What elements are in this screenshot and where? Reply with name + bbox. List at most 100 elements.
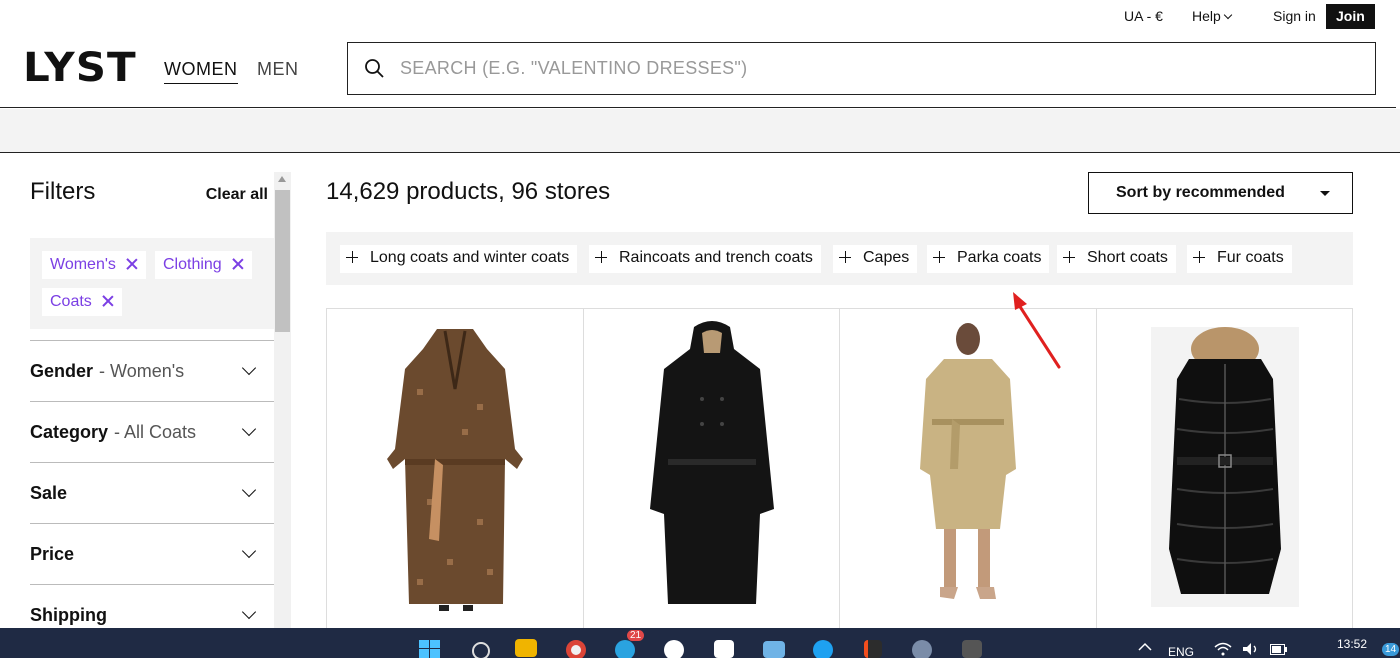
filters-sidebar: Filters Clear all Women's Clothing Coats… bbox=[30, 171, 274, 631]
chevron-down-icon bbox=[241, 604, 257, 620]
facet-category[interactable]: Category - All Coats bbox=[30, 401, 274, 462]
active-filter-label: Women's bbox=[50, 256, 116, 273]
page: UA - € Help Sign in Join LYST WOMEN MEN … bbox=[0, 0, 1400, 658]
lyst-logo[interactable]: LYST bbox=[23, 48, 137, 88]
scroll-thumb[interactable] bbox=[275, 190, 290, 332]
chevron-down-icon bbox=[241, 360, 257, 376]
search-icon[interactable] bbox=[470, 640, 492, 658]
bird-app-icon[interactable] bbox=[763, 641, 785, 658]
clock-time[interactable]: 13:52 bbox=[1337, 637, 1367, 651]
help-label: Help bbox=[1192, 8, 1221, 24]
join-button[interactable]: Join bbox=[1326, 4, 1375, 29]
active-filters: Women's Clothing Coats bbox=[30, 238, 274, 329]
category-label: Long coats and winter coats bbox=[370, 249, 570, 266]
facet-price[interactable]: Price bbox=[30, 523, 274, 584]
plus-icon bbox=[1193, 251, 1205, 263]
active-filter-chip[interactable]: Coats bbox=[42, 288, 122, 316]
facet-title: Gender bbox=[30, 361, 94, 381]
region-selector[interactable]: UA - € bbox=[1124, 8, 1163, 24]
battery-icon[interactable] bbox=[1270, 644, 1288, 655]
sidebar-scrollbar[interactable] bbox=[274, 172, 291, 632]
close-icon[interactable] bbox=[102, 295, 114, 307]
chevron-down-icon bbox=[241, 421, 257, 437]
nav-women[interactable]: WOMEN bbox=[164, 59, 238, 84]
category-chip[interactable]: Fur coats bbox=[1187, 245, 1292, 273]
plus-icon bbox=[1063, 251, 1075, 263]
facet-value: - All Coats bbox=[114, 422, 197, 442]
chevron-down-icon bbox=[241, 543, 257, 559]
filters-title: Filters bbox=[30, 178, 96, 205]
notion-icon[interactable] bbox=[714, 640, 734, 658]
utility-bar: UA - € Help Sign in Join bbox=[0, 0, 1400, 34]
category-chip[interactable]: Parka coats bbox=[927, 245, 1050, 273]
chevron-down-icon bbox=[241, 482, 257, 498]
category-label: Short coats bbox=[1087, 249, 1168, 266]
settings-gear-icon[interactable] bbox=[912, 640, 932, 658]
product-card[interactable] bbox=[326, 309, 583, 639]
caret-down-icon bbox=[1320, 191, 1330, 196]
sign-in-link[interactable]: Sign in bbox=[1273, 8, 1316, 24]
facet-title: Category bbox=[30, 422, 109, 442]
search-bar[interactable] bbox=[347, 42, 1376, 95]
telegram-icon[interactable] bbox=[615, 640, 635, 658]
notification-badge[interactable]: 14 bbox=[1382, 643, 1400, 656]
active-filter-chip[interactable]: Women's bbox=[42, 251, 146, 279]
product-image[interactable] bbox=[584, 309, 840, 629]
sort-dropdown[interactable]: Sort by recommended bbox=[1088, 172, 1353, 214]
site-header: LYST WOMEN MEN bbox=[0, 34, 1396, 108]
close-icon[interactable] bbox=[232, 258, 244, 270]
annotation-arrow-icon bbox=[1013, 292, 1061, 369]
telegram-badge: 21 bbox=[627, 630, 645, 641]
chevron-down-icon bbox=[1223, 10, 1233, 20]
figma-icon[interactable] bbox=[864, 640, 882, 658]
facet-title: Shipping bbox=[30, 605, 107, 625]
chrome-icon[interactable] bbox=[566, 640, 586, 658]
help-menu[interactable]: Help bbox=[1192, 8, 1233, 24]
taskbar: 21 ENG 13:52 14 bbox=[0, 628, 1400, 658]
category-chip[interactable]: Raincoats and trench coats bbox=[589, 245, 821, 273]
plus-icon bbox=[933, 251, 945, 263]
active-filter-label: Coats bbox=[50, 293, 92, 310]
scroll-up-icon[interactable] bbox=[278, 176, 286, 182]
facet-title: Sale bbox=[30, 483, 68, 503]
app-icon[interactable] bbox=[962, 640, 982, 658]
file-explorer-icon[interactable] bbox=[515, 639, 537, 657]
volume-icon[interactable] bbox=[1242, 642, 1260, 656]
product-image[interactable] bbox=[1097, 309, 1353, 629]
category-label: Raincoats and trench coats bbox=[619, 249, 813, 266]
product-card[interactable] bbox=[1096, 309, 1353, 639]
active-filter-label: Clothing bbox=[163, 256, 222, 273]
search-input[interactable] bbox=[400, 55, 1300, 81]
nav-men[interactable]: MEN bbox=[257, 59, 299, 80]
category-chip[interactable]: Capes bbox=[833, 245, 918, 273]
language-indicator[interactable]: ENG bbox=[1168, 645, 1194, 658]
facet-gender[interactable]: Gender - Women's bbox=[30, 340, 274, 401]
plus-icon bbox=[346, 251, 358, 263]
category-chip[interactable]: Long coats and winter coats bbox=[340, 245, 578, 273]
search-icon[interactable] bbox=[364, 58, 384, 78]
category-label: Capes bbox=[863, 249, 910, 266]
facet-sale[interactable]: Sale bbox=[30, 462, 274, 523]
category-label: Fur coats bbox=[1217, 249, 1284, 266]
wifi-icon[interactable] bbox=[1214, 642, 1232, 656]
category-label: Parka coats bbox=[957, 249, 1042, 266]
active-filter-chip[interactable]: Clothing bbox=[155, 251, 252, 279]
results-count: 14,629 products, 96 stores bbox=[326, 178, 611, 205]
sort-label: Sort by recommended bbox=[1116, 184, 1285, 201]
facet-title: Price bbox=[30, 544, 75, 564]
close-icon[interactable] bbox=[126, 258, 138, 270]
category-chip[interactable]: Short coats bbox=[1057, 245, 1176, 273]
facet-value: - Women's bbox=[99, 361, 185, 381]
skype-icon[interactable] bbox=[813, 640, 833, 658]
product-card[interactable] bbox=[583, 309, 839, 639]
promo-band bbox=[0, 109, 1400, 153]
chevron-up-icon[interactable] bbox=[1138, 642, 1152, 652]
plus-icon bbox=[839, 251, 851, 263]
facet-label: Category - All Coats bbox=[30, 422, 196, 443]
product-grid bbox=[326, 308, 1353, 639]
clear-all-button[interactable]: Clear all bbox=[206, 186, 268, 204]
plus-icon bbox=[595, 251, 607, 263]
slack-icon[interactable] bbox=[664, 640, 684, 658]
windows-start-icon[interactable] bbox=[419, 640, 441, 658]
product-image[interactable] bbox=[327, 309, 583, 629]
